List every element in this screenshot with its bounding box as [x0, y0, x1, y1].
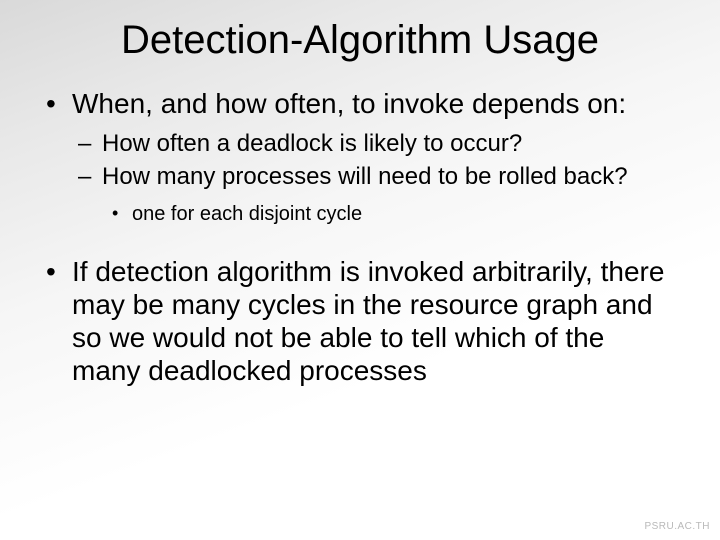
- bullet-item: one for each disjoint cycle: [102, 202, 680, 227]
- slide: Detection-Algorithm Usage When, and how …: [0, 0, 720, 540]
- bullet-list-level1: When, and how often, to invoke depends o…: [40, 87, 680, 227]
- bullet-list-level2: How often a deadlock is likely to occur?…: [72, 130, 680, 227]
- spacer: [40, 237, 680, 255]
- bullet-item: When, and how often, to invoke depends o…: [40, 87, 680, 227]
- slide-body: When, and how often, to invoke depends o…: [0, 73, 720, 387]
- bullet-item: How many processes will need to be rolle…: [72, 163, 680, 227]
- slide-title: Detection-Algorithm Usage: [0, 0, 720, 73]
- bullet-item: If detection algorithm is invoked arbitr…: [40, 255, 680, 387]
- bullet-text: How many processes will need to be rolle…: [102, 163, 628, 190]
- bullet-text: If detection algorithm is invoked arbitr…: [72, 256, 664, 386]
- watermark: PSRU.AC.TH: [644, 521, 710, 532]
- bullet-text: How often a deadlock is likely to occur?: [102, 130, 522, 157]
- bullet-text: one for each disjoint cycle: [132, 203, 362, 225]
- bullet-list-level3: one for each disjoint cycle: [102, 202, 680, 227]
- bullet-list-level1: If detection algorithm is invoked arbitr…: [40, 255, 680, 387]
- bullet-text: When, and how often, to invoke depends o…: [72, 88, 626, 119]
- bullet-item: How often a deadlock is likely to occur?: [72, 130, 680, 159]
